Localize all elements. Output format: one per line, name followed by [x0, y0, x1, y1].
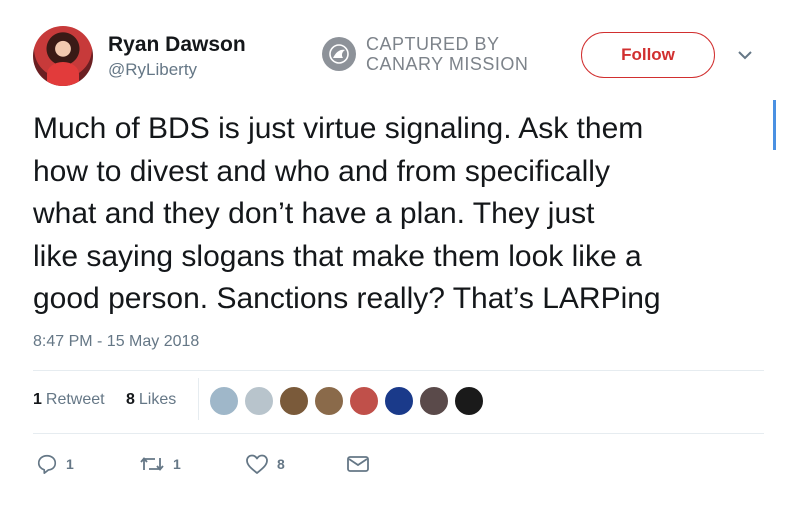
reply-icon	[37, 454, 57, 474]
liker-avatar-5[interactable]	[348, 385, 380, 417]
liker-avatar-8[interactable]	[453, 385, 485, 417]
divider-bottom	[33, 433, 764, 434]
tweet-line: Much of BDS is just virtue signaling. As…	[33, 112, 644, 145]
stats-separator	[198, 378, 199, 420]
reply-count: 1	[66, 456, 74, 472]
tweet-line: how to divest and who and from specifica…	[33, 154, 610, 188]
divider-top	[33, 370, 764, 371]
tweet-line: good person. Sanctions really? That’s LA…	[33, 282, 661, 315]
tweet-timestamp[interactable]: 8:47 PM - 15 May 2018	[33, 333, 199, 351]
username[interactable]: @RyLiberty	[108, 60, 197, 80]
retweet-count: 1	[173, 456, 181, 472]
liker-avatar-6[interactable]	[383, 385, 415, 417]
text-caret	[773, 100, 776, 150]
likes-label: Likes	[138, 391, 177, 408]
retweets-count: 1	[33, 391, 42, 408]
retweets-stat[interactable]: 1 Retweet	[33, 391, 105, 409]
like-action[interactable]: 8	[245, 452, 285, 476]
canary-mission-logo-icon	[322, 37, 356, 71]
heart-icon	[246, 454, 268, 474]
tweet-line: like saying slogans that make them look …	[33, 239, 642, 273]
liker-avatar-1[interactable]	[208, 385, 240, 417]
chevron-down-icon[interactable]	[737, 49, 753, 61]
liker-avatar-4[interactable]	[313, 385, 345, 417]
stamp-line-1: CAPTURED BY	[366, 34, 500, 54]
liker-avatar-7[interactable]	[418, 385, 450, 417]
user-avatar[interactable]	[33, 26, 93, 86]
liker-avatar-3[interactable]	[278, 385, 310, 417]
reply-action[interactable]: 1	[36, 452, 74, 476]
likes-stat[interactable]: 8 Likes	[126, 391, 176, 409]
liker-avatar-2[interactable]	[243, 385, 275, 417]
tweet-text: Much of BDS is just virtue signaling. As…	[33, 108, 768, 321]
display-name[interactable]: Ryan Dawson	[108, 33, 246, 57]
retweet-icon	[140, 457, 164, 471]
envelope-icon	[347, 456, 369, 472]
retweets-label: Retweet	[45, 391, 105, 408]
likes-count: 8	[126, 391, 135, 408]
like-count: 8	[277, 456, 285, 472]
retweet-action[interactable]: 1	[139, 452, 181, 476]
stamp-line-2: CANARY MISSION	[366, 54, 529, 74]
message-action[interactable]	[346, 452, 370, 476]
follow-button[interactable]: Follow	[581, 32, 715, 78]
tweet-line: what and they don’t have a plan. They ju…	[33, 197, 595, 230]
